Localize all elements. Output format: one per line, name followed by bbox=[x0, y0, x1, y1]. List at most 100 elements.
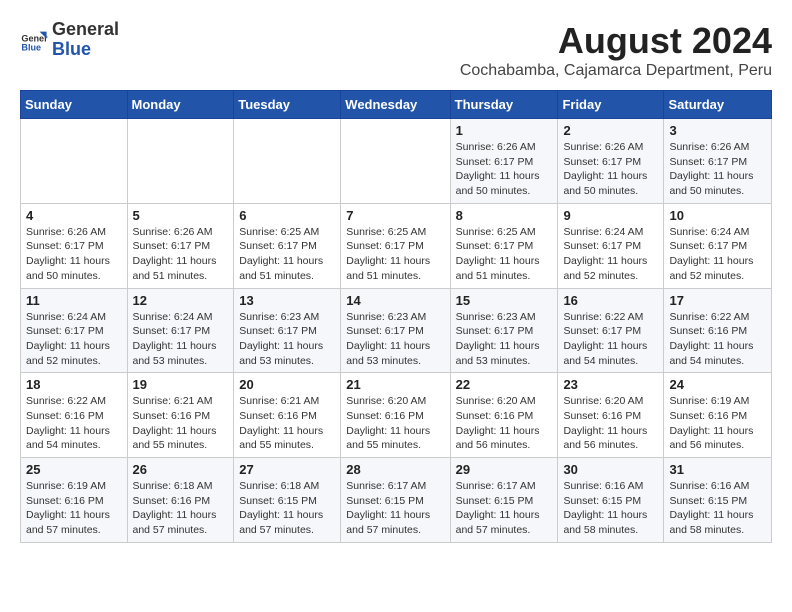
day-info: Sunrise: 6:26 AM Sunset: 6:17 PM Dayligh… bbox=[133, 225, 229, 284]
day-number: 17 bbox=[669, 293, 766, 308]
day-info: Sunrise: 6:20 AM Sunset: 6:16 PM Dayligh… bbox=[563, 394, 658, 453]
calendar-day-5: 5 Sunrise: 6:26 AM Sunset: 6:17 PM Daylig… bbox=[127, 203, 234, 288]
calendar-table: SundayMondayTuesdayWednesdayThursdayFrid… bbox=[20, 90, 772, 543]
calendar-day-23: 23 Sunrise: 6:20 AM Sunset: 6:16 PM Dayli… bbox=[558, 373, 664, 458]
day-number: 22 bbox=[456, 377, 553, 392]
logo-icon: General Blue bbox=[20, 26, 48, 54]
logo-blue-text: Blue bbox=[52, 39, 91, 59]
calendar-day-20: 20 Sunrise: 6:21 AM Sunset: 6:16 PM Dayli… bbox=[234, 373, 341, 458]
empty-day-cell bbox=[127, 119, 234, 204]
day-info: Sunrise: 6:26 AM Sunset: 6:17 PM Dayligh… bbox=[456, 140, 553, 199]
day-number: 14 bbox=[346, 293, 444, 308]
day-info: Sunrise: 6:16 AM Sunset: 6:15 PM Dayligh… bbox=[669, 479, 766, 538]
day-number: 4 bbox=[26, 208, 122, 223]
day-number: 16 bbox=[563, 293, 658, 308]
logo: General Blue General Blue bbox=[20, 20, 119, 60]
calendar-day-29: 29 Sunrise: 6:17 AM Sunset: 6:15 PM Dayli… bbox=[450, 458, 558, 543]
day-info: Sunrise: 6:17 AM Sunset: 6:15 PM Dayligh… bbox=[456, 479, 553, 538]
weekday-header-tuesday: Tuesday bbox=[234, 91, 341, 119]
day-info: Sunrise: 6:24 AM Sunset: 6:17 PM Dayligh… bbox=[563, 225, 658, 284]
day-info: Sunrise: 6:24 AM Sunset: 6:17 PM Dayligh… bbox=[133, 310, 229, 369]
day-number: 11 bbox=[26, 293, 122, 308]
weekday-header-sunday: Sunday bbox=[21, 91, 128, 119]
calendar-day-31: 31Sunrise: 6:16 AM Sunset: 6:15 PM Dayli… bbox=[664, 458, 772, 543]
day-info: Sunrise: 6:24 AM Sunset: 6:17 PM Dayligh… bbox=[669, 225, 766, 284]
day-info: Sunrise: 6:23 AM Sunset: 6:17 PM Dayligh… bbox=[239, 310, 335, 369]
day-number: 23 bbox=[563, 377, 658, 392]
day-number: 24 bbox=[669, 377, 766, 392]
day-number: 2 bbox=[563, 123, 658, 138]
calendar-day-7: 7Sunrise: 6:25 AM Sunset: 6:17 PM Daylig… bbox=[341, 203, 450, 288]
day-number: 19 bbox=[133, 377, 229, 392]
day-info: Sunrise: 6:23 AM Sunset: 6:17 PM Dayligh… bbox=[456, 310, 553, 369]
calendar-week-row: 1 Sunrise: 6:26 AM Sunset: 6:17 PM Daylig… bbox=[21, 119, 772, 204]
day-info: Sunrise: 6:22 AM Sunset: 6:16 PM Dayligh… bbox=[26, 394, 122, 453]
day-info: Sunrise: 6:25 AM Sunset: 6:17 PM Dayligh… bbox=[456, 225, 553, 284]
calendar-week-row: 25Sunrise: 6:19 AM Sunset: 6:16 PM Dayli… bbox=[21, 458, 772, 543]
day-number: 18 bbox=[26, 377, 122, 392]
calendar-day-25: 25Sunrise: 6:19 AM Sunset: 6:16 PM Dayli… bbox=[21, 458, 128, 543]
day-number: 13 bbox=[239, 293, 335, 308]
calendar-day-17: 17Sunrise: 6:22 AM Sunset: 6:16 PM Dayli… bbox=[664, 288, 772, 373]
calendar-day-1: 1 Sunrise: 6:26 AM Sunset: 6:17 PM Daylig… bbox=[450, 119, 558, 204]
calendar-day-18: 18 Sunrise: 6:22 AM Sunset: 6:16 PM Dayli… bbox=[21, 373, 128, 458]
day-info: Sunrise: 6:26 AM Sunset: 6:17 PM Dayligh… bbox=[563, 140, 658, 199]
day-number: 29 bbox=[456, 462, 553, 477]
calendar-day-2: 2 Sunrise: 6:26 AM Sunset: 6:17 PM Daylig… bbox=[558, 119, 664, 204]
weekday-header-thursday: Thursday bbox=[450, 91, 558, 119]
empty-day-cell bbox=[341, 119, 450, 204]
day-info: Sunrise: 6:25 AM Sunset: 6:17 PM Dayligh… bbox=[239, 225, 335, 284]
empty-day-cell bbox=[234, 119, 341, 204]
calendar-day-19: 19 Sunrise: 6:21 AM Sunset: 6:16 PM Dayli… bbox=[127, 373, 234, 458]
day-number: 26 bbox=[133, 462, 229, 477]
day-number: 3 bbox=[669, 123, 766, 138]
calendar-day-13: 13 Sunrise: 6:23 AM Sunset: 6:17 PM Dayli… bbox=[234, 288, 341, 373]
weekday-header-monday: Monday bbox=[127, 91, 234, 119]
day-info: Sunrise: 6:21 AM Sunset: 6:16 PM Dayligh… bbox=[133, 394, 229, 453]
day-info: Sunrise: 6:25 AM Sunset: 6:17 PM Dayligh… bbox=[346, 225, 444, 284]
svg-text:Blue: Blue bbox=[21, 42, 41, 52]
day-number: 15 bbox=[456, 293, 553, 308]
day-info: Sunrise: 6:21 AM Sunset: 6:16 PM Dayligh… bbox=[239, 394, 335, 453]
day-info: Sunrise: 6:18 AM Sunset: 6:16 PM Dayligh… bbox=[133, 479, 229, 538]
calendar-week-row: 4 Sunrise: 6:26 AM Sunset: 6:17 PM Daylig… bbox=[21, 203, 772, 288]
calendar-day-21: 21Sunrise: 6:20 AM Sunset: 6:16 PM Dayli… bbox=[341, 373, 450, 458]
subtitle: Cochabamba, Cajamarca Department, Peru bbox=[460, 62, 772, 80]
calendar-day-9: 9Sunrise: 6:24 AM Sunset: 6:17 PM Daylig… bbox=[558, 203, 664, 288]
calendar-day-15: 15 Sunrise: 6:23 AM Sunset: 6:17 PM Dayli… bbox=[450, 288, 558, 373]
day-info: Sunrise: 6:19 AM Sunset: 6:16 PM Dayligh… bbox=[669, 394, 766, 453]
calendar-day-22: 22 Sunrise: 6:20 AM Sunset: 6:16 PM Dayli… bbox=[450, 373, 558, 458]
day-number: 30 bbox=[563, 462, 658, 477]
calendar-day-6: 6Sunrise: 6:25 AM Sunset: 6:17 PM Daylig… bbox=[234, 203, 341, 288]
day-number: 20 bbox=[239, 377, 335, 392]
day-number: 5 bbox=[133, 208, 229, 223]
day-number: 12 bbox=[133, 293, 229, 308]
calendar-day-8: 8 Sunrise: 6:25 AM Sunset: 6:17 PM Daylig… bbox=[450, 203, 558, 288]
calendar-day-10: 10 Sunrise: 6:24 AM Sunset: 6:17 PM Dayli… bbox=[664, 203, 772, 288]
header: General Blue General Blue August 2024 Co… bbox=[20, 20, 772, 80]
day-number: 21 bbox=[346, 377, 444, 392]
day-info: Sunrise: 6:22 AM Sunset: 6:17 PM Dayligh… bbox=[563, 310, 658, 369]
day-info: Sunrise: 6:16 AM Sunset: 6:15 PM Dayligh… bbox=[563, 479, 658, 538]
main-title: August 2024 bbox=[460, 20, 772, 62]
day-number: 10 bbox=[669, 208, 766, 223]
day-number: 27 bbox=[239, 462, 335, 477]
day-number: 1 bbox=[456, 123, 553, 138]
day-info: Sunrise: 6:26 AM Sunset: 6:17 PM Dayligh… bbox=[26, 225, 122, 284]
day-info: Sunrise: 6:20 AM Sunset: 6:16 PM Dayligh… bbox=[456, 394, 553, 453]
calendar-day-26: 26 Sunrise: 6:18 AM Sunset: 6:16 PM Dayli… bbox=[127, 458, 234, 543]
title-section: August 2024 Cochabamba, Cajamarca Depart… bbox=[460, 20, 772, 80]
day-number: 8 bbox=[456, 208, 553, 223]
day-info: Sunrise: 6:23 AM Sunset: 6:17 PM Dayligh… bbox=[346, 310, 444, 369]
day-info: Sunrise: 6:24 AM Sunset: 6:17 PM Dayligh… bbox=[26, 310, 122, 369]
calendar-week-row: 18 Sunrise: 6:22 AM Sunset: 6:16 PM Dayli… bbox=[21, 373, 772, 458]
logo-general-text: General bbox=[52, 19, 119, 39]
calendar-day-4: 4 Sunrise: 6:26 AM Sunset: 6:17 PM Daylig… bbox=[21, 203, 128, 288]
weekday-header-wednesday: Wednesday bbox=[341, 91, 450, 119]
calendar-day-3: 3 Sunrise: 6:26 AM Sunset: 6:17 PM Daylig… bbox=[664, 119, 772, 204]
calendar-day-12: 12 Sunrise: 6:24 AM Sunset: 6:17 PM Dayli… bbox=[127, 288, 234, 373]
weekday-header-row: SundayMondayTuesdayWednesdayThursdayFrid… bbox=[21, 91, 772, 119]
calendar-day-24: 24 Sunrise: 6:19 AM Sunset: 6:16 PM Dayli… bbox=[664, 373, 772, 458]
day-info: Sunrise: 6:26 AM Sunset: 6:17 PM Dayligh… bbox=[669, 140, 766, 199]
calendar-day-27: 27Sunrise: 6:18 AM Sunset: 6:15 PM Dayli… bbox=[234, 458, 341, 543]
